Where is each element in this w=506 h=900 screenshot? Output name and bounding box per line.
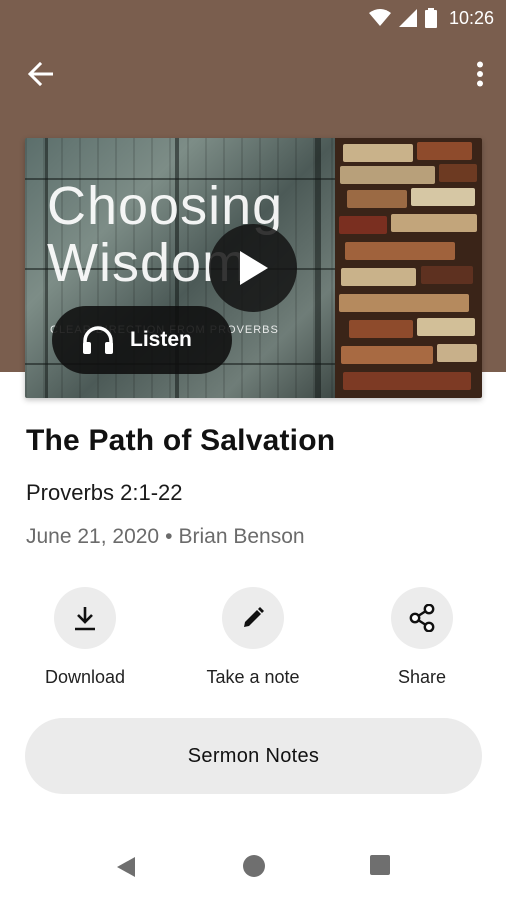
download-button[interactable]	[54, 587, 116, 649]
cell-signal-icon	[398, 9, 417, 27]
arrow-left-icon	[27, 62, 53, 86]
play-icon	[240, 251, 268, 285]
status-time: 10:26	[448, 7, 494, 28]
meta-separator: •	[165, 525, 173, 548]
share-action[interactable]: Share	[362, 587, 482, 688]
take-note-action[interactable]: Take a note	[193, 587, 313, 688]
nav-back-icon[interactable]	[116, 856, 136, 878]
system-nav-bar	[0, 830, 506, 900]
play-button[interactable]	[209, 224, 297, 312]
nav-recents-icon[interactable]	[370, 855, 390, 875]
more-options-button[interactable]	[468, 54, 492, 94]
sermon-notes-button[interactable]: Sermon Notes	[25, 718, 482, 794]
sermon-notes-label: Sermon Notes	[187, 744, 320, 767]
download-action[interactable]: Download	[25, 587, 145, 688]
nav-home-icon[interactable]	[243, 855, 265, 877]
sermon-title: The Path of Salvation	[26, 424, 336, 457]
sermon-artwork: Choosing Wisdom CLEAR DIRECTION FROM PRO…	[25, 138, 482, 398]
download-icon	[75, 607, 95, 631]
download-label: Download	[44, 667, 126, 687]
share-label: Share	[397, 667, 447, 687]
sermon-speaker: Brian Benson	[178, 525, 305, 548]
sermon-date: June 21, 2020	[26, 525, 160, 548]
more-vertical-icon	[477, 61, 483, 87]
take-note-button[interactable]	[222, 587, 284, 649]
sermon-meta: June 21, 2020 • Brian Benson	[26, 525, 305, 549]
artwork-bookshelf-image	[335, 138, 482, 398]
headphones-icon	[83, 326, 113, 354]
share-icon	[409, 604, 435, 632]
listen-label: Listen	[130, 328, 192, 351]
battery-icon	[424, 8, 437, 28]
sermon-passage: Proverbs 2:1-22	[26, 480, 183, 505]
listen-button[interactable]: Listen	[52, 306, 232, 374]
share-button[interactable]	[391, 587, 453, 649]
pencil-icon	[244, 607, 264, 627]
status-bar: 10:26	[0, 0, 506, 36]
back-button[interactable]	[18, 54, 62, 94]
take-note-label: Take a note	[206, 667, 300, 687]
wifi-icon	[368, 9, 391, 26]
